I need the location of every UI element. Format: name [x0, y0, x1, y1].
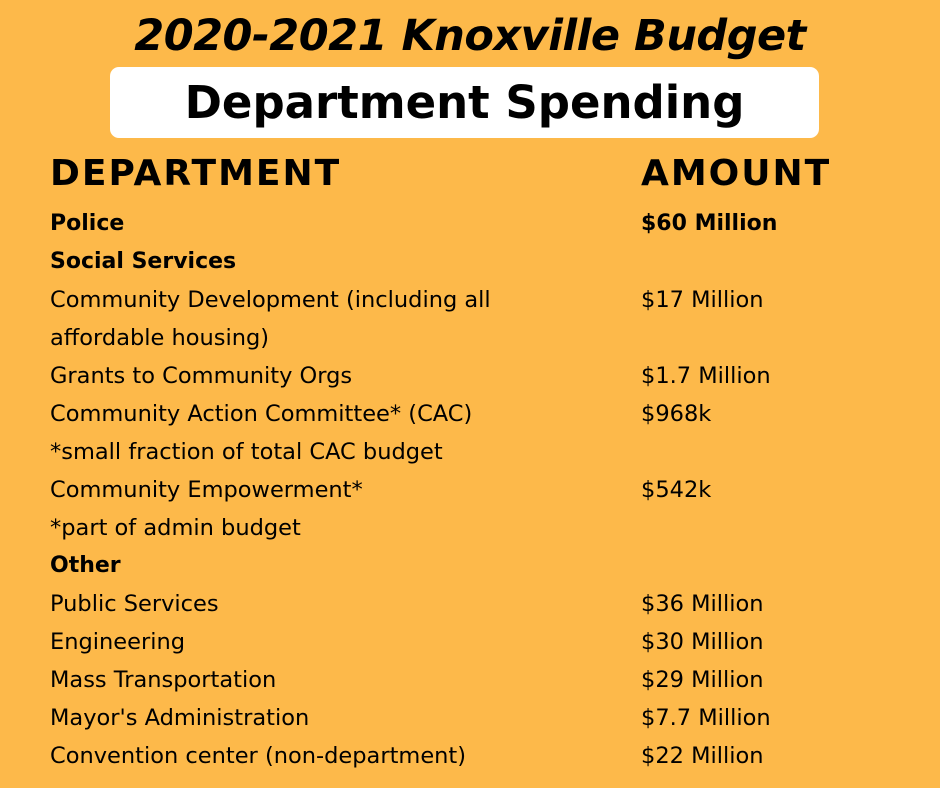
table-row: Community Empowerment* $542k — [0, 471, 940, 509]
amount-value: $22 Million — [641, 743, 764, 769]
amount-value: $542k — [641, 477, 712, 503]
section-heading: Social Services — [50, 249, 237, 274]
amount-value: $7.7 Million — [641, 705, 771, 731]
amount-value: $17 Million — [641, 287, 764, 313]
table-row: Grants to Community Orgs $1.7 Million — [0, 357, 940, 395]
department-name: Community Action Committee* (CAC) — [50, 401, 473, 427]
budget-table: Police $60 Million Social Services Communit… — [0, 205, 940, 775]
table-row: *small fraction of total CAC budget — [0, 433, 940, 471]
table-row: Engineering $30 Million — [0, 623, 940, 661]
column-header-department: DEPARTMENT — [50, 153, 342, 194]
table-row: Community Development (including all $17 … — [0, 281, 940, 319]
amount-value: $60 Million — [641, 211, 778, 236]
department-name: Mayor's Administration — [50, 705, 310, 731]
amount-value: $30 Million — [641, 629, 764, 655]
page-title: 2020-2021 Knoxville Budget — [134, 11, 806, 61]
table-row: affordable housing) — [0, 319, 940, 357]
section-heading: Other — [50, 553, 121, 578]
table-row: Convention center (non-department) $22 Mi… — [0, 737, 940, 775]
department-name: *small fraction of total CAC budget — [50, 439, 443, 465]
amount-value: $1.7 Million — [641, 363, 771, 389]
section-heading: Police — [50, 211, 125, 236]
table-row: Police $60 Million — [0, 205, 940, 243]
amount-value: $36 Million — [641, 591, 764, 617]
department-name: Mass Transportation — [50, 667, 277, 693]
department-name: *part of admin budget — [50, 515, 301, 541]
table-row: Social Services — [0, 243, 940, 281]
table-row: Mass Transportation $29 Million — [0, 661, 940, 699]
page-subtitle: Department Spending — [184, 75, 745, 129]
table-row: Mayor's Administration $7.7 Million — [0, 699, 940, 737]
department-name: Grants to Community Orgs — [50, 363, 353, 389]
table-row: Other — [0, 547, 940, 585]
subtitle-banner: Department Spending — [110, 67, 819, 138]
table-row: *part of admin budget — [0, 509, 940, 547]
amount-value: $968k — [641, 401, 712, 427]
department-name: affordable housing) — [50, 325, 270, 351]
table-row: Public Services $36 Million — [0, 585, 940, 623]
department-name: Engineering — [50, 629, 185, 655]
amount-value: $29 Million — [641, 667, 764, 693]
department-name: Convention center (non-department) — [50, 743, 467, 769]
table-row: Community Action Committee* (CAC) $968k — [0, 395, 940, 433]
department-name: Community Empowerment* — [50, 477, 363, 503]
column-header-amount: AMOUNT — [641, 153, 832, 194]
department-name: Community Development (including all — [50, 287, 491, 313]
department-name: Public Services — [50, 591, 219, 617]
